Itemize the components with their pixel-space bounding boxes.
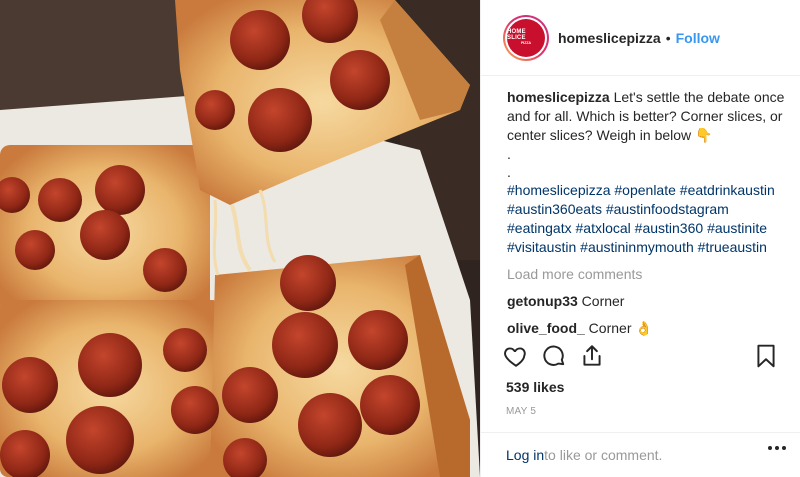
share-icon[interactable] xyxy=(579,343,605,369)
login-link[interactable]: Log in xyxy=(506,447,544,463)
header-username-link[interactable]: homeslicepizza xyxy=(558,30,661,46)
hashtag-link[interactable]: #atxlocal xyxy=(576,220,631,236)
post-photo[interactable] xyxy=(0,0,480,477)
hashtag-link[interactable]: #austinfoodstagram xyxy=(606,201,729,217)
hashtag-link[interactable]: #visitaustin xyxy=(507,239,576,255)
comment-item: olive_food_ Corner 👌 xyxy=(507,319,787,338)
header-separator: • xyxy=(665,29,671,46)
hashtag-link[interactable]: #openlate xyxy=(614,182,676,198)
hashtag-link[interactable]: #austin360eats xyxy=(507,201,602,217)
likes-count[interactable]: 539 likes xyxy=(506,379,564,395)
post-side-panel: HOME SLICE PIZZA homeslicepizza • Follow… xyxy=(480,0,800,477)
logo-text-line1: HOME SLICE xyxy=(507,29,526,42)
comment-text: Corner xyxy=(577,293,625,309)
hashtag-link[interactable]: #austininmymouth xyxy=(580,239,694,255)
login-prompt-text: to like or comment. xyxy=(544,447,663,463)
caption-dot: . xyxy=(507,164,511,180)
caption-username-link[interactable]: homeslicepizza xyxy=(507,89,610,105)
bookmark-icon[interactable] xyxy=(753,343,779,369)
hashtag-link[interactable]: #trueaustin xyxy=(698,239,767,255)
comments-section: homeslicepizza Let's settle the debate o… xyxy=(507,88,787,338)
post-date[interactable]: MAY 5 xyxy=(506,406,536,417)
follow-button[interactable]: Follow xyxy=(676,30,720,46)
comment-username-link[interactable]: getonup33 xyxy=(507,293,578,309)
add-comment-bar: Log in to like or comment. xyxy=(481,432,800,477)
load-more-comments-button[interactable]: Load more comments xyxy=(507,265,787,284)
post-header: HOME SLICE PIZZA homeslicepizza • Follow xyxy=(481,0,800,76)
caption-dot: . xyxy=(507,146,511,162)
logo-text-line2: PIZZA xyxy=(520,41,532,46)
hashtag-link[interactable]: #eatingatx xyxy=(507,220,572,236)
comment-username-link[interactable]: olive_food_ xyxy=(507,320,585,336)
caption: homeslicepizza Let's settle the debate o… xyxy=(507,88,787,257)
action-bar xyxy=(503,343,793,373)
brand-logo: HOME SLICE PIZZA xyxy=(507,18,545,57)
pizza-photo-illustration xyxy=(0,0,480,477)
comment-item: getonup33 Corner xyxy=(507,292,787,311)
avatar[interactable]: HOME SLICE PIZZA xyxy=(503,14,549,61)
comment-text: Corner 👌 xyxy=(584,320,653,336)
comment-bubble-icon[interactable] xyxy=(541,343,567,369)
heart-icon[interactable] xyxy=(503,343,529,369)
hashtag-link[interactable]: #eatdrinkaustin xyxy=(680,182,775,198)
hashtag-link[interactable]: #homeslicepizza xyxy=(507,182,611,198)
more-options-icon[interactable] xyxy=(768,446,786,450)
hashtag-link[interactable]: #austinite xyxy=(707,220,767,236)
caption-hashtags: #homeslicepizza #openlate #eatdrinkausti… xyxy=(507,181,787,257)
hashtag-link[interactable]: #austin360 xyxy=(635,220,704,236)
